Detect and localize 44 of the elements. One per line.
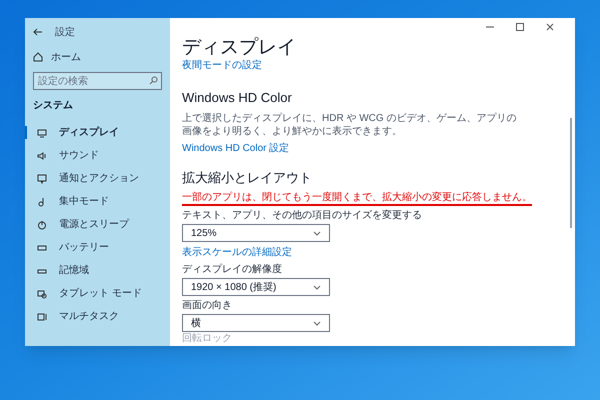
dropdown[interactable]: 1920 × 1080 (推奨) (182, 278, 330, 296)
back-icon[interactable] (33, 28, 43, 36)
sidebar-item[interactable]: マルチタスク (25, 305, 162, 328)
sidebar-item[interactable]: 集中モード (25, 190, 162, 213)
power-icon (37, 220, 47, 230)
chevron-icon (313, 230, 321, 236)
chevron-icon (313, 320, 321, 326)
sidebar-item[interactable]: 記憶域 (25, 259, 162, 282)
home-icon (33, 52, 43, 62)
battery-icon (37, 242, 47, 252)
scrollbar[interactable] (570, 118, 572, 228)
dropdown[interactable]: 横 (182, 314, 330, 332)
field-label: テキスト、アプリ、その他の項目のサイズを変更する (182, 209, 423, 222)
dropdown[interactable]: 125% (182, 224, 330, 242)
chevron-icon (313, 284, 321, 290)
field-label: 画面の向き (182, 299, 233, 312)
home-link[interactable]: ホーム (33, 46, 162, 68)
speaker-icon (37, 150, 47, 160)
close-icon[interactable] (545, 22, 555, 32)
sidebar-item[interactable]: バッテリー (25, 236, 162, 259)
maximize-icon[interactable] (515, 22, 525, 32)
hd-color-link[interactable]: Windows HD Color 設定 (182, 140, 290, 156)
section-heading: Windows HD Color (182, 89, 293, 108)
sidebar-item[interactable]: 電源とスリープ (25, 213, 162, 236)
sidebar-item[interactable]: サウンド (25, 144, 162, 167)
sidebar-item[interactable]: ディスプレイ (25, 121, 162, 144)
night-mode-link[interactable]: 夜間モードの設定 (182, 60, 262, 72)
monitor-icon (37, 128, 47, 138)
search-icon (149, 76, 158, 85)
message-icon (37, 174, 47, 184)
section-heading: システム (33, 99, 74, 113)
description-text: 上で選択したディスプレイに、HDR や WCG のビデオ、ゲーム、アプリの画像をより明るく、より鮮やかに表示できます。 (182, 112, 518, 138)
sidebar-item[interactable]: タブレット モード (25, 282, 162, 305)
section-heading: 拡大縮小とレイアウト (182, 168, 313, 187)
warning-text: 一部のアプリは、閉じてもう一度開くまで、拡大縮小の変更に応答しません。 (182, 191, 532, 206)
field-label: 回転ロック (182, 333, 233, 346)
page-title: ディスプレイ (182, 36, 297, 60)
search-field[interactable]: 設定の検索 (33, 72, 162, 90)
sidebar-item[interactable]: 通知とアクション (25, 167, 162, 190)
scale-settings-link[interactable]: 表示スケールの詳細設定 (182, 245, 292, 260)
field-label: ディスプレイの解像度 (182, 263, 283, 276)
tablet-icon (37, 288, 47, 298)
window-icon (37, 312, 47, 322)
window-title: 設定 (55, 26, 75, 40)
